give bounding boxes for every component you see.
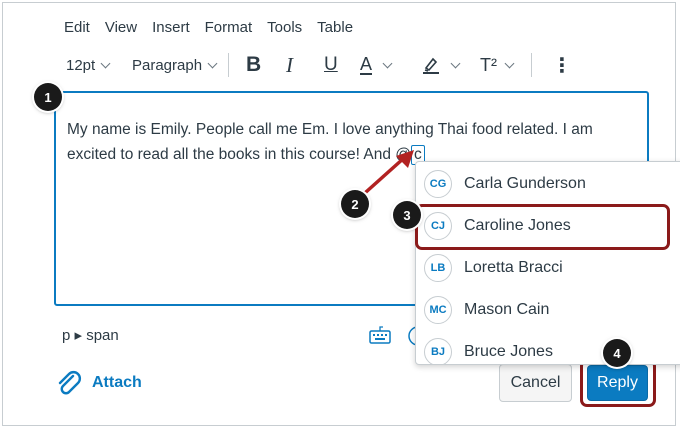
underline-icon: U [324,54,338,75]
mention-option[interactable]: LB Loretta Bracci [416,247,680,289]
highlighter-icon [423,57,439,74]
italic-button[interactable]: I [286,50,293,80]
superscript-button[interactable]: T² [480,50,515,80]
mention-name: Carla Gunderson [464,175,586,192]
italic-icon: I [286,52,293,77]
bold-icon: B [246,53,262,76]
mention-option[interactable]: CG Carla Gunderson [416,163,680,205]
toolbar-divider [531,53,532,77]
keyboard-icon[interactable] [369,325,391,345]
callout-badge-2: 2 [341,190,369,218]
block-format-select[interactable]: Paragraph [132,50,218,80]
chevron-down-icon [504,58,515,68]
paperclip-icon [58,371,81,395]
bold-button[interactable]: B [246,50,261,80]
menu-edit[interactable]: Edit [64,19,90,36]
font-size-select[interactable]: 12pt [66,50,111,80]
attach-label: Attach [92,374,142,391]
chevron-down-icon [207,58,218,68]
more-vertical-icon: ⋮ [552,54,572,77]
callout-badge-4: 4 [603,339,631,367]
editor-text: My name is Emily. People call me Em. I l… [67,121,593,163]
chevron-down-icon [382,58,393,68]
mention-suggestions: CG Carla Gunderson CJ Caroline Jones LB … [415,161,680,365]
menu-tools[interactable]: Tools [267,19,302,36]
avatar: BJ [424,338,452,364]
chevron-down-icon [100,58,111,68]
callout-badge-1: 1 [34,83,62,111]
chevron-down-icon [450,58,461,68]
block-format-value: Paragraph [132,56,203,74]
avatar: CG [424,170,452,198]
cancel-button[interactable]: Cancel [499,364,572,402]
editor-menubar: Edit View Insert Format Tools Table [64,19,368,36]
underline-button[interactable]: U [324,50,338,80]
mention-option[interactable]: BJ Bruce Jones [416,331,680,364]
highlight-color-button[interactable] [422,50,461,80]
menu-insert[interactable]: Insert [152,19,190,36]
avatar: MC [424,296,452,324]
toolbar-divider [228,53,229,77]
more-options-button[interactable]: ⋮ [552,50,572,80]
menu-view[interactable]: View [105,19,137,36]
attach-button[interactable]: Attach [54,368,142,398]
element-path[interactable]: p ▸ span [62,326,119,344]
editor-toolbar: 12pt Paragraph B I U A T² ⋮ [66,50,586,80]
callout-badge-3: 3 [393,201,421,229]
mention-option[interactable]: MC Mason Cain [416,289,680,331]
selected-mention-outline [415,204,670,250]
text-color-button[interactable]: A [360,50,393,80]
mention-name: Bruce Jones [464,343,553,360]
superscript-icon: T² [480,54,497,75]
text-color-icon: A [360,54,373,75]
editor-content[interactable]: My name is Emily. People call me Em. I l… [67,117,627,167]
mention-name: Loretta Bracci [464,259,563,276]
menu-format[interactable]: Format [205,19,253,36]
arrow-annotation-icon [364,150,414,194]
font-size-value: 12pt [66,56,96,74]
avatar: LB [424,254,452,282]
menu-table[interactable]: Table [317,19,353,36]
mention-name: Mason Cain [464,301,550,318]
